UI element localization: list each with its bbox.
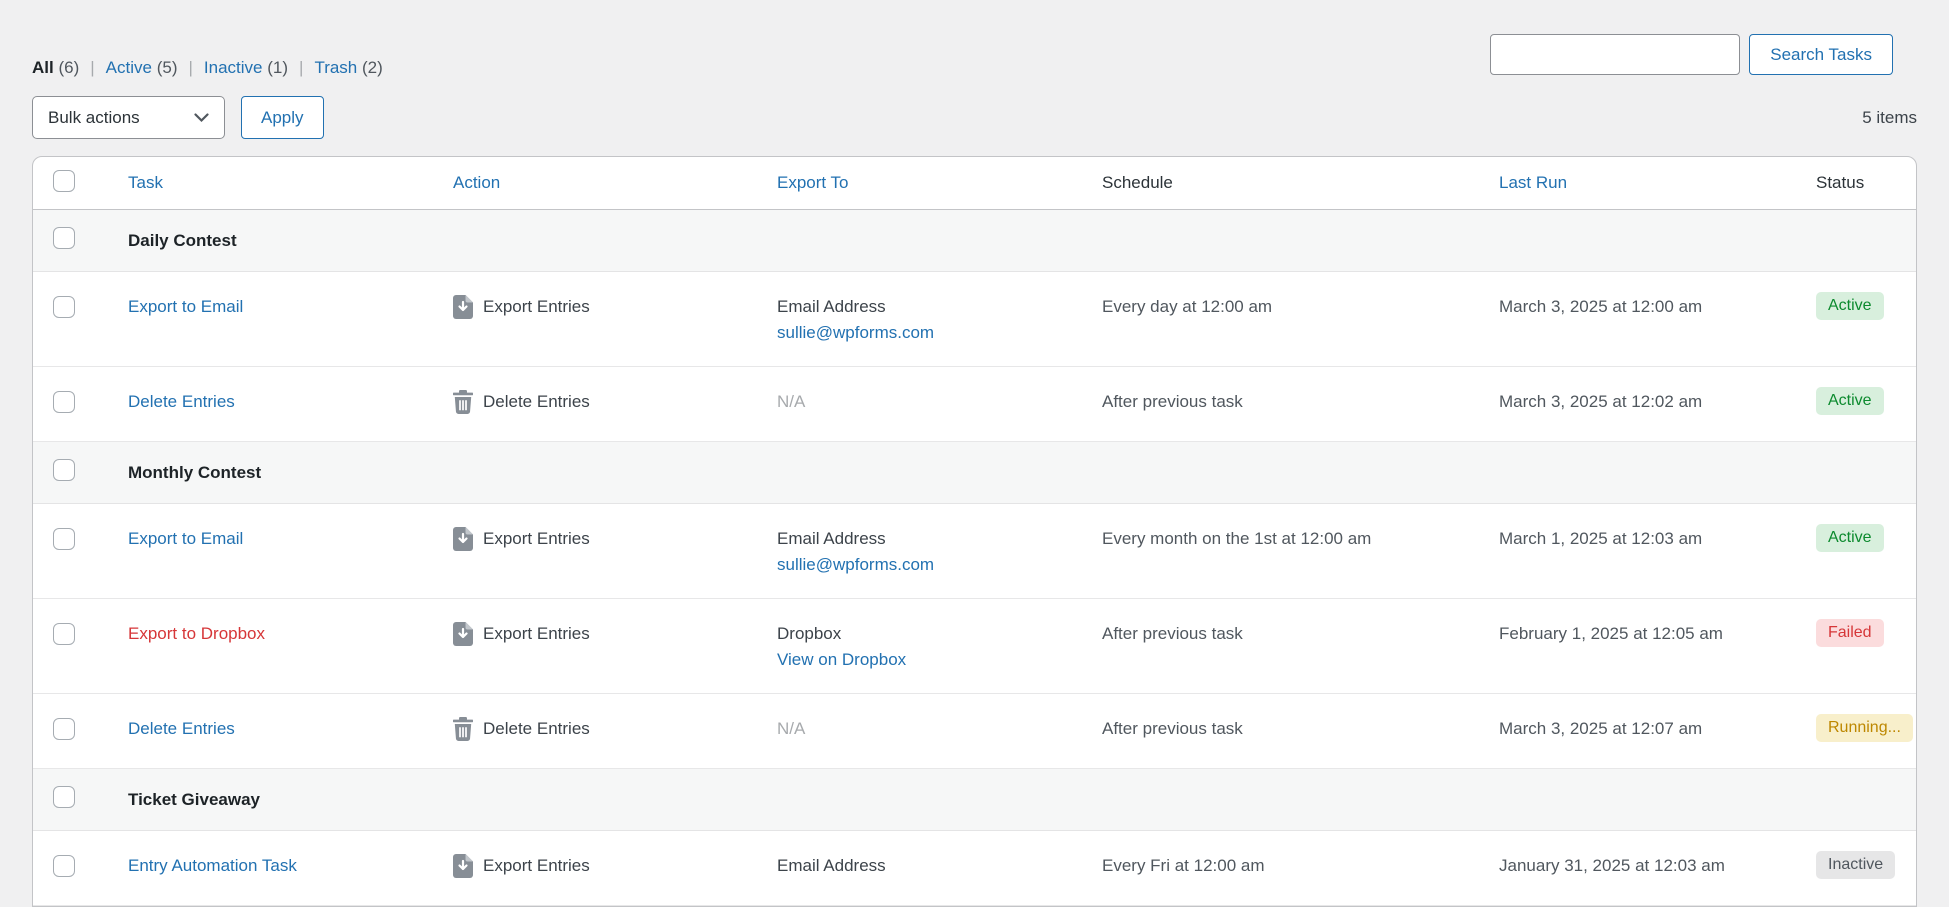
schedule-value: Every day at 12:00 am <box>1071 272 1468 366</box>
status-badge: Failed <box>1816 619 1884 647</box>
search-input[interactable] <box>1490 34 1740 75</box>
search-tasks-button[interactable]: Search Tasks <box>1749 34 1893 75</box>
bulk-actions: Bulk actions Apply <box>32 96 324 139</box>
action-label: Delete Entries <box>483 391 590 413</box>
table-row: Export to Email Export Entries Email Add… <box>33 272 1916 367</box>
trash-icon <box>453 717 473 741</box>
action-label: Export Entries <box>483 296 590 318</box>
row-checkbox[interactable] <box>53 718 75 740</box>
row-checkbox[interactable] <box>53 528 75 550</box>
column-header-export-to[interactable]: Export To <box>777 173 849 192</box>
apply-button[interactable]: Apply <box>241 96 324 139</box>
task-link[interactable]: Delete Entries <box>128 719 235 738</box>
last-run-value: March 3, 2025 at 12:07 am <box>1468 694 1785 768</box>
schedule-value: After previous task <box>1071 367 1468 441</box>
export-target-type: Email Address <box>777 528 1071 550</box>
status-badge: Running... <box>1816 714 1913 742</box>
filter-separator: | <box>188 58 192 77</box>
column-header-schedule: Schedule <box>1102 173 1173 192</box>
group-checkbox[interactable] <box>53 459 75 481</box>
group-title: Monthly Contest <box>97 463 422 483</box>
column-header-status: Status <box>1816 173 1864 192</box>
action-label: Export Entries <box>483 623 590 645</box>
filter-separator: | <box>90 58 94 77</box>
last-run-value: March 1, 2025 at 12:03 am <box>1468 504 1785 598</box>
export-target-type: Dropbox <box>777 623 1071 645</box>
export-file-icon <box>453 854 473 878</box>
task-link[interactable]: Export to Email <box>128 297 243 316</box>
group-title: Ticket Giveaway <box>97 790 422 810</box>
schedule-value: After previous task <box>1071 694 1468 768</box>
column-header-task[interactable]: Task <box>128 173 163 192</box>
table-row: Entry Automation Task Export Entries Ema… <box>33 831 1916 906</box>
bulk-actions-selected-value: Bulk actions <box>48 108 140 128</box>
export-target-link[interactable]: sullie@wpforms.com <box>777 322 1071 344</box>
schedule-value: After previous task <box>1071 599 1468 693</box>
table-header-row: Task Action Export To Schedule Last Run … <box>33 157 1916 210</box>
column-header-action[interactable]: Action <box>453 173 500 192</box>
export-target-none: N/A <box>777 719 805 738</box>
chevron-down-icon <box>194 113 209 123</box>
export-target-type: Email Address <box>777 855 1071 877</box>
group-row: Ticket Giveaway <box>33 769 1916 831</box>
table-row: Export to Dropbox Export Entries Dropbox… <box>33 599 1916 694</box>
schedule-value: Every month on the 1st at 12:00 am <box>1071 504 1468 598</box>
items-count: 5 items <box>1862 108 1917 128</box>
group-checkbox[interactable] <box>53 786 75 808</box>
export-target-link[interactable]: View on Dropbox <box>777 649 1071 671</box>
schedule-value: Every Fri at 12:00 am <box>1071 831 1468 905</box>
table-row: Export to Email Export Entries Email Add… <box>33 504 1916 599</box>
tasks-page: All (6) | Active (5) | Inactive (1) | Trash (2… <box>0 0 1949 860</box>
status-badge: Active <box>1816 292 1884 320</box>
action-label: Export Entries <box>483 855 590 877</box>
table-row: Delete Entries Delete Entries N/A After … <box>33 694 1916 769</box>
export-target-type: Email Address <box>777 296 1071 318</box>
filter-trash[interactable]: Trash (2) <box>314 58 382 77</box>
last-run-value: February 1, 2025 at 12:05 am <box>1468 599 1785 693</box>
table-toolbar: Bulk actions Apply 5 items <box>32 96 1917 139</box>
status-badge: Inactive <box>1816 851 1895 879</box>
table-row: Delete Entries Delete Entries N/A After … <box>33 367 1916 442</box>
filter-active[interactable]: Active (5) <box>106 58 178 77</box>
export-target-none: N/A <box>777 392 805 411</box>
group-row: Daily Contest <box>33 210 1916 272</box>
group-checkbox[interactable] <box>53 227 75 249</box>
search-box: Search Tasks <box>1490 34 1893 75</box>
last-run-value: March 3, 2025 at 12:00 am <box>1468 272 1785 366</box>
status-badge: Active <box>1816 524 1884 552</box>
task-link[interactable]: Export to Dropbox <box>128 624 265 643</box>
row-checkbox[interactable] <box>53 391 75 413</box>
task-link[interactable]: Entry Automation Task <box>128 856 297 875</box>
action-label: Delete Entries <box>483 718 590 740</box>
row-checkbox[interactable] <box>53 855 75 877</box>
status-badge: Active <box>1816 387 1884 415</box>
last-run-value: March 3, 2025 at 12:02 am <box>1468 367 1785 441</box>
filter-separator: | <box>299 58 303 77</box>
export-file-icon <box>453 622 473 646</box>
action-label: Export Entries <box>483 528 590 550</box>
row-checkbox[interactable] <box>53 623 75 645</box>
group-row: Monthly Contest <box>33 442 1916 504</box>
trash-icon <box>453 390 473 414</box>
bulk-actions-select[interactable]: Bulk actions <box>32 96 225 139</box>
export-target-link[interactable]: sullie@wpforms.com <box>777 554 1071 576</box>
task-link[interactable]: Export to Email <box>128 529 243 548</box>
filter-all[interactable]: All (6) <box>32 58 79 77</box>
tasks-table: Task Action Export To Schedule Last Run … <box>32 156 1917 907</box>
filter-inactive[interactable]: Inactive (1) <box>204 58 288 77</box>
group-title: Daily Contest <box>97 231 422 251</box>
last-run-value: January 31, 2025 at 12:03 am <box>1468 831 1785 905</box>
column-header-last-run[interactable]: Last Run <box>1499 173 1567 192</box>
task-link[interactable]: Delete Entries <box>128 392 235 411</box>
row-checkbox[interactable] <box>53 296 75 318</box>
select-all-checkbox[interactable] <box>53 170 75 192</box>
export-file-icon <box>453 295 473 319</box>
export-file-icon <box>453 527 473 551</box>
